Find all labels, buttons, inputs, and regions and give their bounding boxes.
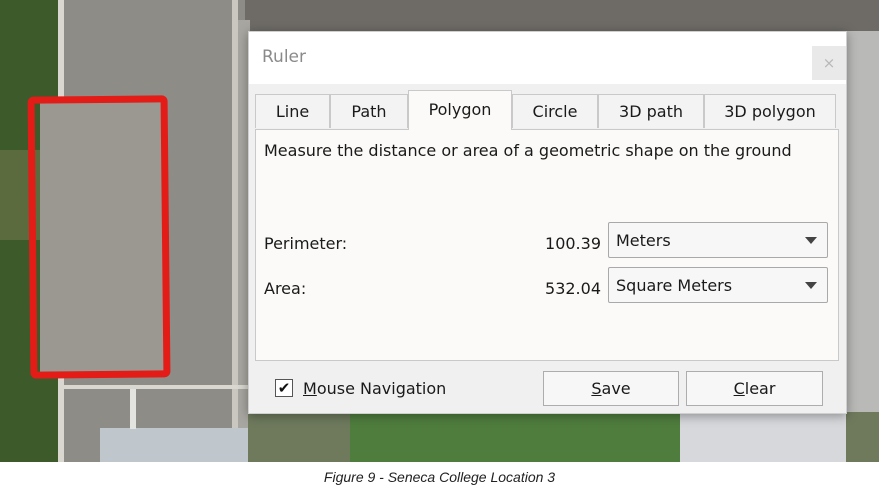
- green-lawn: [350, 412, 680, 462]
- tab-description: Measure the distance or area of a geomet…: [264, 141, 792, 160]
- clear-button[interactable]: Clear: [686, 371, 823, 406]
- dropdown-arrow-icon: [805, 237, 817, 244]
- tab-polygon[interactable]: Polygon: [408, 90, 512, 130]
- satellite-map-view[interactable]: Ruler × Line Path Polygon Circle 3D path…: [0, 0, 879, 462]
- rooftop-lower-edge: [64, 385, 248, 389]
- perimeter-label: Perimeter:: [264, 234, 348, 253]
- area-label: Area:: [264, 279, 307, 298]
- tab-line[interactable]: Line: [255, 94, 330, 128]
- tab-3d-polygon[interactable]: 3D polygon: [704, 94, 836, 128]
- tab-3d-path[interactable]: 3D path: [598, 94, 704, 128]
- rooftop-lower: [100, 428, 248, 462]
- road-right: [846, 31, 879, 462]
- window-title: Ruler: [262, 47, 306, 67]
- clear-label-rest: lear: [744, 379, 776, 398]
- label-rest: ouse Navigation: [316, 379, 447, 398]
- mouse-navigation-checkbox[interactable]: ✔: [275, 379, 293, 397]
- tab-path[interactable]: Path: [330, 94, 408, 128]
- checkbox-check-icon: ✔: [277, 379, 291, 397]
- mnemonic-m: M: [303, 379, 317, 398]
- area-unit-select[interactable]: Square Meters: [608, 267, 828, 303]
- mouse-navigation-label[interactable]: Mouse Navigation: [303, 379, 446, 398]
- mnemonic-c: C: [733, 379, 745, 398]
- perimeter-unit-select[interactable]: Meters: [608, 222, 828, 258]
- tab-circle[interactable]: Circle: [512, 94, 598, 128]
- area-unit-value: Square Meters: [616, 276, 733, 295]
- rooftop-top: [245, 0, 879, 31]
- polygon-tab-panel: Measure the distance or area of a geomet…: [255, 129, 839, 361]
- area-value: 532.04: [545, 279, 601, 298]
- column-light: [130, 389, 136, 429]
- perimeter-unit-value: Meters: [616, 231, 671, 250]
- close-icon[interactable]: ×: [812, 46, 846, 80]
- building-right: [680, 412, 846, 462]
- figure-caption: Figure 9 - Seneca College Location 3: [323, 469, 556, 485]
- save-label-rest: ave: [601, 379, 631, 398]
- save-button[interactable]: Save: [543, 371, 679, 406]
- polygon-measurement-outline[interactable]: [27, 95, 171, 379]
- mnemonic-s: S: [591, 379, 602, 398]
- title-bar[interactable]: Ruler ×: [249, 32, 846, 84]
- dropdown-arrow-icon: [805, 282, 817, 289]
- ruler-dialog: Ruler × Line Path Polygon Circle 3D path…: [248, 31, 847, 414]
- perimeter-value: 100.39: [545, 234, 601, 253]
